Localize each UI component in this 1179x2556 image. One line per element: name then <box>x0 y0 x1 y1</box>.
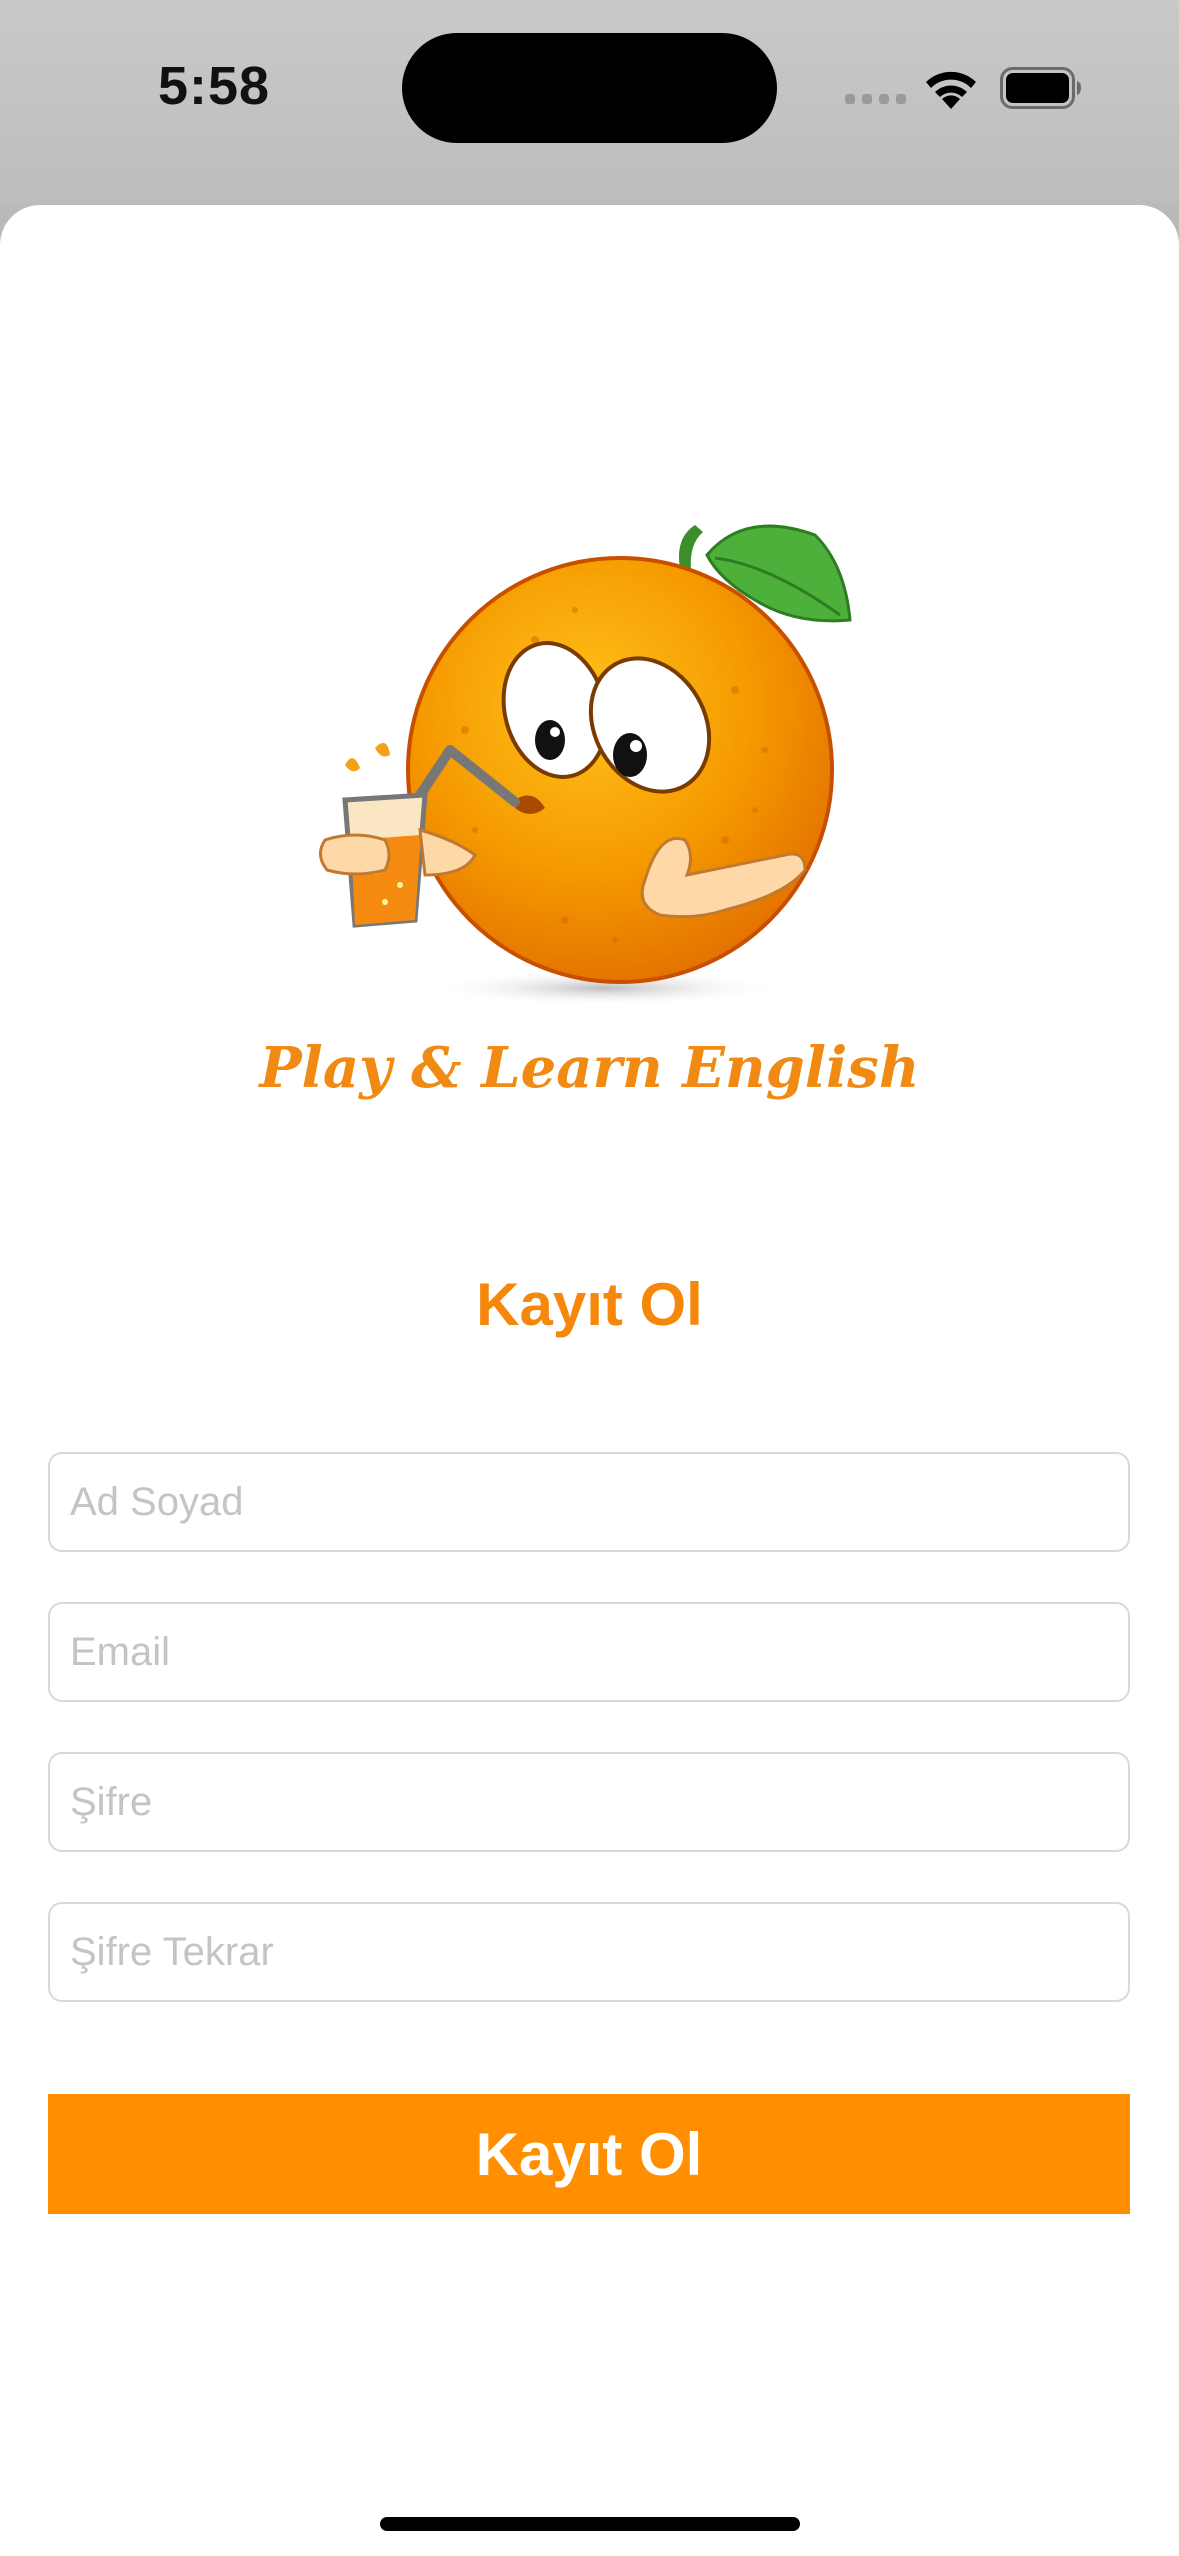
email-field[interactable] <box>48 1602 1130 1702</box>
status-bar: 5:58 <box>0 0 1179 205</box>
app-logo-text: Play & Learn English <box>259 1035 920 1101</box>
password-confirm-field[interactable] <box>48 1902 1130 2002</box>
register-button[interactable]: Kayıt Ol <box>48 2094 1130 2214</box>
signal-icon <box>845 94 906 104</box>
dynamic-island <box>402 33 777 143</box>
status-time: 5:58 <box>158 56 271 116</box>
wifi-icon <box>926 71 976 109</box>
full-name-field[interactable] <box>48 1452 1130 1552</box>
password-field[interactable] <box>48 1752 1130 1852</box>
battery-icon <box>1000 67 1081 109</box>
orange-mascot-illustration <box>319 524 852 1006</box>
form-title: Kayıt Ol <box>476 1271 703 1338</box>
home-indicator <box>380 2517 800 2531</box>
